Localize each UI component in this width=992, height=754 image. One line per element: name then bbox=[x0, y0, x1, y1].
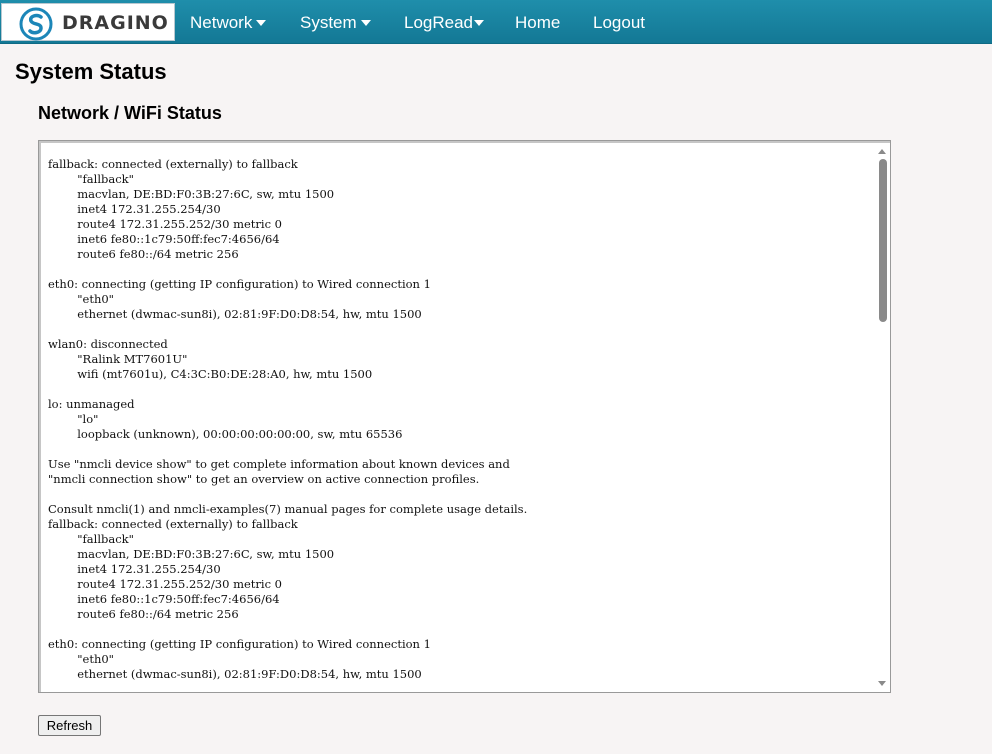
brand-name: DRAGINO bbox=[62, 12, 169, 34]
scroll-down-arrow-icon[interactable] bbox=[878, 681, 886, 686]
nav-system-label: System bbox=[300, 13, 357, 32]
nav-logread[interactable]: LogRead bbox=[404, 0, 485, 43]
dragino-logo-icon bbox=[19, 7, 53, 41]
vertical-scrollbar[interactable] bbox=[874, 143, 890, 692]
caret-down-icon bbox=[256, 19, 267, 26]
nav-system[interactable]: System bbox=[300, 0, 371, 43]
section-title: Network / WiFi Status bbox=[38, 103, 222, 123]
network-status-output: fallback: connected (externally) to fall… bbox=[48, 157, 528, 681]
nav-home-label: Home bbox=[515, 13, 561, 32]
nav-logout-label: Logout bbox=[593, 13, 645, 32]
nav-network-label: Network bbox=[190, 13, 253, 32]
nav-network[interactable]: Network bbox=[190, 0, 267, 43]
page-title: System Status bbox=[15, 59, 167, 84]
scrollbar-thumb[interactable] bbox=[879, 159, 887, 322]
refresh-button[interactable]: Refresh bbox=[38, 715, 101, 736]
caret-down-icon bbox=[474, 19, 485, 26]
nav-home[interactable]: Home bbox=[515, 0, 560, 43]
top-navbar: DRAGINO Network System LogRead Home Logo… bbox=[0, 0, 992, 44]
dragino-logo[interactable]: DRAGINO bbox=[1, 3, 175, 41]
scroll-up-arrow-icon[interactable] bbox=[878, 149, 886, 154]
nav-logout[interactable]: Logout bbox=[593, 0, 645, 43]
caret-down-icon bbox=[360, 19, 371, 26]
network-status-textarea[interactable]: fallback: connected (externally) to fall… bbox=[38, 140, 891, 693]
nav-logread-label: LogRead bbox=[404, 13, 474, 32]
